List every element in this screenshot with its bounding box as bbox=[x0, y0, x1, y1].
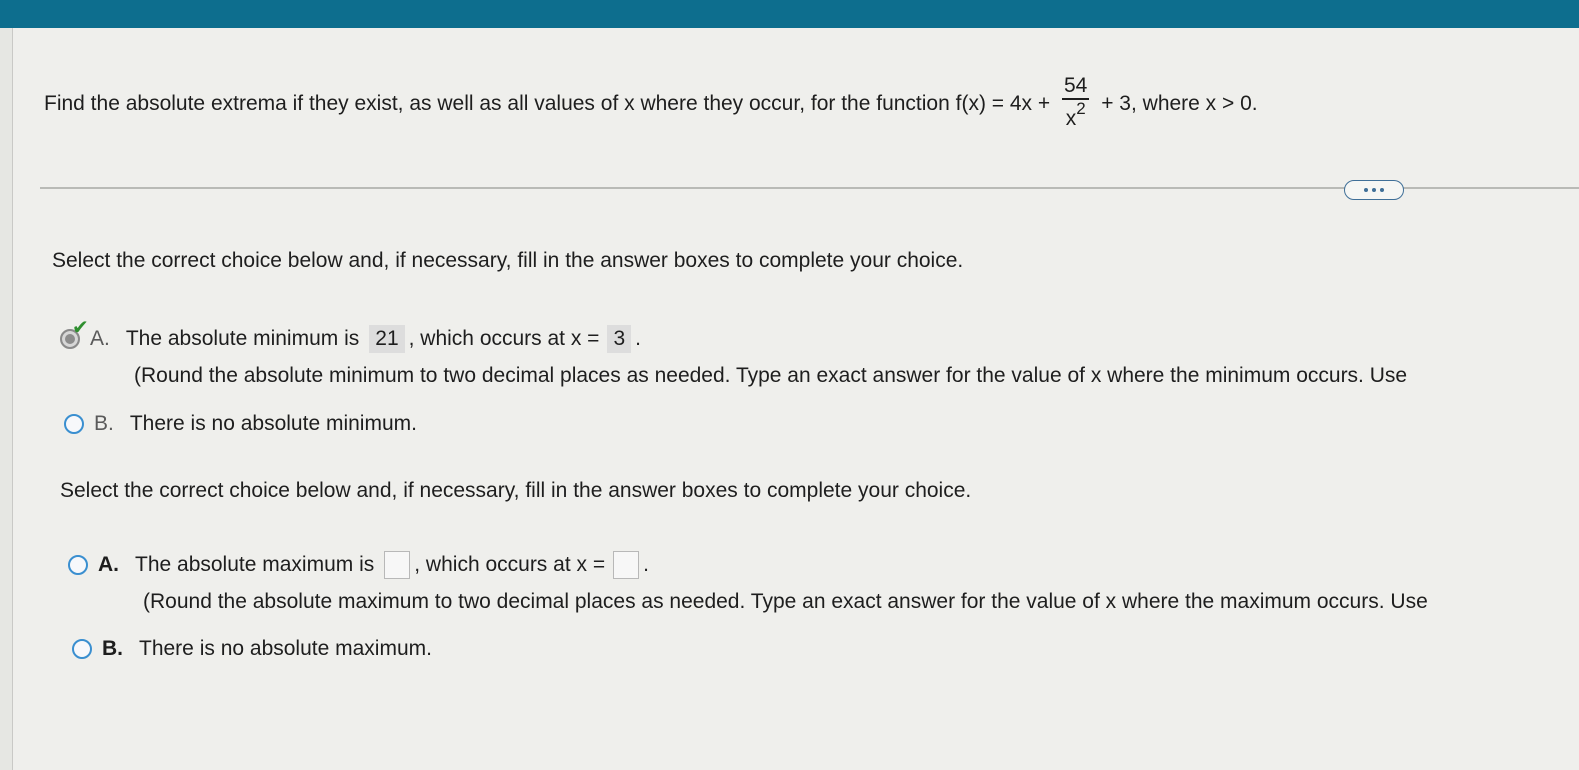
choice-letter: A. bbox=[90, 327, 110, 350]
question-prefix: Find the absolute extrema if they exist,… bbox=[44, 91, 1051, 115]
instruction-1: Select the correct choice below and, if … bbox=[52, 249, 964, 272]
radio-max-b[interactable] bbox=[72, 639, 92, 659]
choice-letter: B. bbox=[102, 637, 123, 660]
ellipsis-icon bbox=[1364, 188, 1368, 192]
fraction: 54 x2 bbox=[1062, 74, 1090, 131]
choice-max-a[interactable]: A. The absolute maximum is , which occur… bbox=[68, 551, 649, 579]
fraction-exponent: 2 bbox=[1076, 98, 1086, 118]
answer-box-min-value[interactable]: 21 bbox=[369, 325, 405, 353]
choice-text: . bbox=[643, 553, 649, 576]
choice-text: There is no absolute minimum. bbox=[129, 412, 417, 435]
choice-max-b[interactable]: B. There is no absolute maximum. bbox=[72, 637, 432, 661]
fraction-numerator: 54 bbox=[1064, 74, 1088, 97]
more-options-button[interactable] bbox=[1344, 180, 1404, 200]
choice-text: The absolute maximum is bbox=[135, 553, 375, 576]
choice-letter: A. bbox=[98, 553, 119, 576]
question-suffix: + 3, where x > 0. bbox=[1101, 91, 1258, 115]
question-text: Find the absolute extrema if they exist,… bbox=[44, 74, 1258, 133]
rounding-note-min: (Round the absolute minimum to two decim… bbox=[134, 364, 1408, 387]
rounding-note-max: (Round the absolute maximum to two decim… bbox=[143, 590, 1428, 613]
choice-text: , which occurs at x = bbox=[408, 327, 600, 350]
fraction-denominator-base: x bbox=[1065, 106, 1077, 130]
choice-text: , which occurs at x = bbox=[414, 553, 606, 576]
answer-box-max-x[interactable] bbox=[613, 551, 640, 579]
choice-letter: B. bbox=[94, 412, 114, 435]
choice-min-b[interactable]: B. There is no absolute minimum. bbox=[64, 412, 417, 436]
choice-min-a[interactable]: ✔ A. The absolute minimum is 21 , which … bbox=[60, 317, 641, 353]
choice-text: There is no absolute maximum. bbox=[139, 637, 432, 660]
radio-max-a[interactable] bbox=[68, 555, 88, 575]
answer-box-max-value[interactable] bbox=[384, 551, 411, 579]
choice-text: . bbox=[635, 327, 641, 350]
radio-min-b[interactable] bbox=[64, 414, 84, 434]
top-bar bbox=[0, 0, 1579, 28]
correct-check-icon: ✔ bbox=[72, 317, 89, 339]
instruction-2: Select the correct choice below and, if … bbox=[60, 479, 972, 502]
ellipsis-icon bbox=[1372, 188, 1376, 192]
fraction-denominator: x2 bbox=[1062, 98, 1089, 131]
ellipsis-icon bbox=[1380, 188, 1384, 192]
choice-text: The absolute minimum is bbox=[125, 327, 360, 350]
answer-box-min-x[interactable]: 3 bbox=[607, 325, 632, 353]
